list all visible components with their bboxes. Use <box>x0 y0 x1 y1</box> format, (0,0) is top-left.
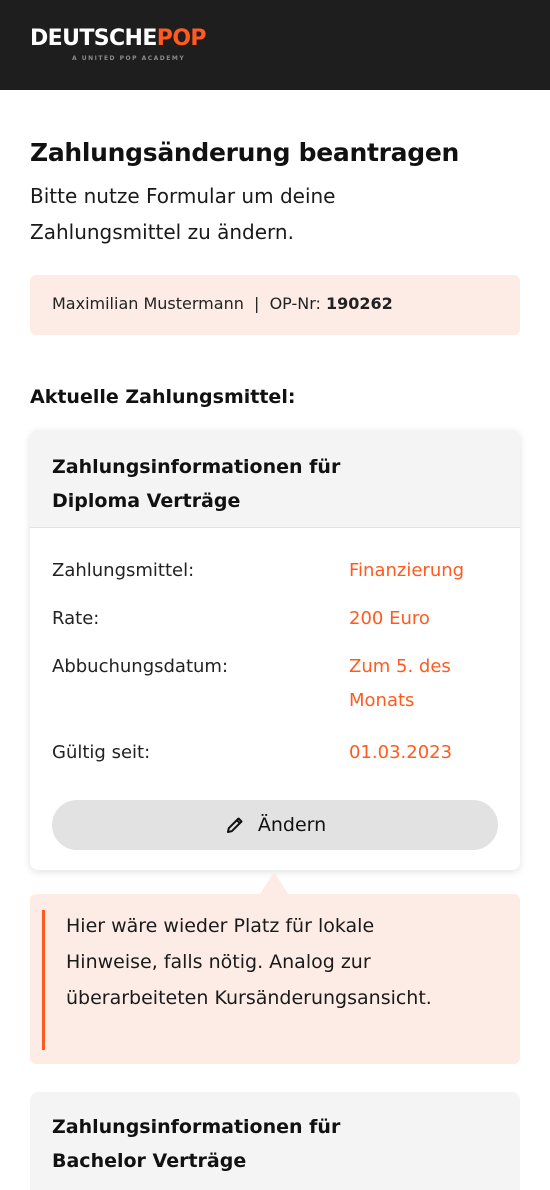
logo-wordmark-part2: POP <box>156 26 207 51</box>
debit-date-label: Abbuchungsdatum: <box>52 656 229 677</box>
notice-accent-bar <box>42 910 45 1050</box>
brand-logo[interactable]: DEUTSCHEPOP A UNITED POP ACADEMY <box>30 26 207 62</box>
diploma-card-title: Zahlungsinformationen für Diploma Verträ… <box>52 456 341 512</box>
diploma-card-header: Zahlungsinformationen für Diploma Verträ… <box>30 430 520 528</box>
notice-text: Hier wäre wieder Platz für lokale Hinwei… <box>66 915 432 1009</box>
debit-date-value: Zum 5. des Monats <box>349 656 451 711</box>
rate-value: 200 Euro <box>349 608 430 629</box>
notice-pointer <box>260 872 288 894</box>
payment-method-label: Zahlungsmittel: <box>52 560 195 581</box>
edit-payment-button[interactable]: Ändern <box>52 800 498 850</box>
op-number: 190262 <box>325 294 393 313</box>
bachelor-card-title: Zahlungsinformationen für Bachelor Vertr… <box>52 1116 341 1172</box>
user-info-text: Maximilian Mustermann | OP-Nr: 190262 <box>52 294 393 313</box>
page-title: Zahlungsänderung beantragen <box>30 138 459 167</box>
diploma-payment-card: Zahlungsinformationen für Diploma Verträ… <box>30 430 520 870</box>
valid-since-label: Gültig seit: <box>52 742 151 763</box>
page-intro: Bitte nutze Formular um deine Zahlungsmi… <box>30 184 336 244</box>
notice-box: Hier wäre wieder Platz für lokale Hinwei… <box>30 894 520 1064</box>
logo-tagline: A UNITED POP ACADEMY <box>72 55 186 62</box>
current-payment-heading: Aktuelle Zahlungsmittel: <box>30 386 296 408</box>
logo-wordmark: DEUTSCHEPOP <box>30 26 207 52</box>
user-name-op-label: Maximilian Mustermann | OP-Nr: <box>52 294 326 313</box>
app-header: DEUTSCHEPOP A UNITED POP ACADEMY <box>0 0 550 90</box>
edit-button-label: Ändern <box>257 814 327 836</box>
valid-since-value: 01.03.2023 <box>349 742 453 763</box>
rate-label: Rate: <box>52 608 100 629</box>
payment-method-value: Finanzierung <box>349 560 465 581</box>
bachelor-payment-card: Zahlungsinformationen für Bachelor Vertr… <box>30 1092 520 1190</box>
logo-wordmark-part1: DEUTSCHE <box>30 26 157 51</box>
user-info-bar: Maximilian Mustermann | OP-Nr: 190262 <box>30 275 520 335</box>
pencil-icon <box>224 814 246 836</box>
